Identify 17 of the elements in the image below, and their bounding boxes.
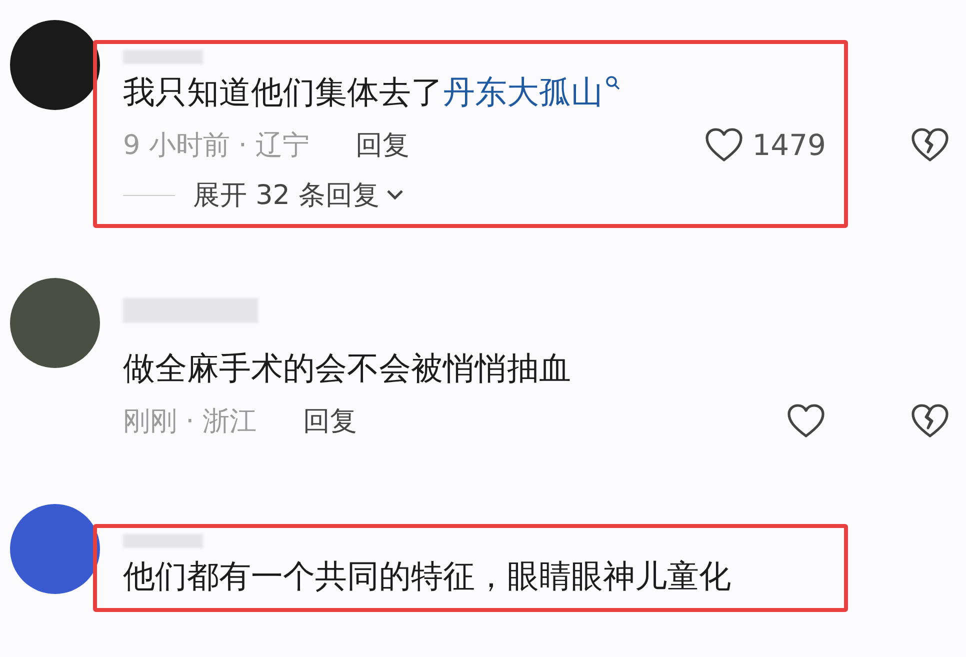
like-button[interactable] xyxy=(786,403,826,439)
broken-heart-icon xyxy=(910,403,950,439)
search-link[interactable]: 丹东大孤山 xyxy=(443,73,621,111)
heart-icon xyxy=(704,127,744,163)
comment-time-location: 9 小时前 · 辽宁 xyxy=(123,129,310,163)
comment-text: 他们都有一个共同的特征，眼睛眼神儿童化 xyxy=(123,556,732,597)
comment-time-location: 刚刚 · 浙江 xyxy=(123,405,257,439)
like-button[interactable]: 1479 xyxy=(704,127,826,163)
heart-icon xyxy=(786,403,826,439)
reply-button[interactable]: 回复 xyxy=(356,127,410,163)
search-icon xyxy=(605,75,621,92)
chevron-down-icon xyxy=(386,189,404,201)
comment-text: 我只知道他们集体去了丹东大孤山 xyxy=(123,64,826,120)
expand-replies-button[interactable]: 展开 32 条回复 xyxy=(193,177,404,213)
reply-button[interactable]: 回复 xyxy=(302,403,357,439)
comment-text: 做全麻手术的会不会被悄悄抽血 xyxy=(123,348,572,389)
broken-heart-icon xyxy=(910,127,950,163)
